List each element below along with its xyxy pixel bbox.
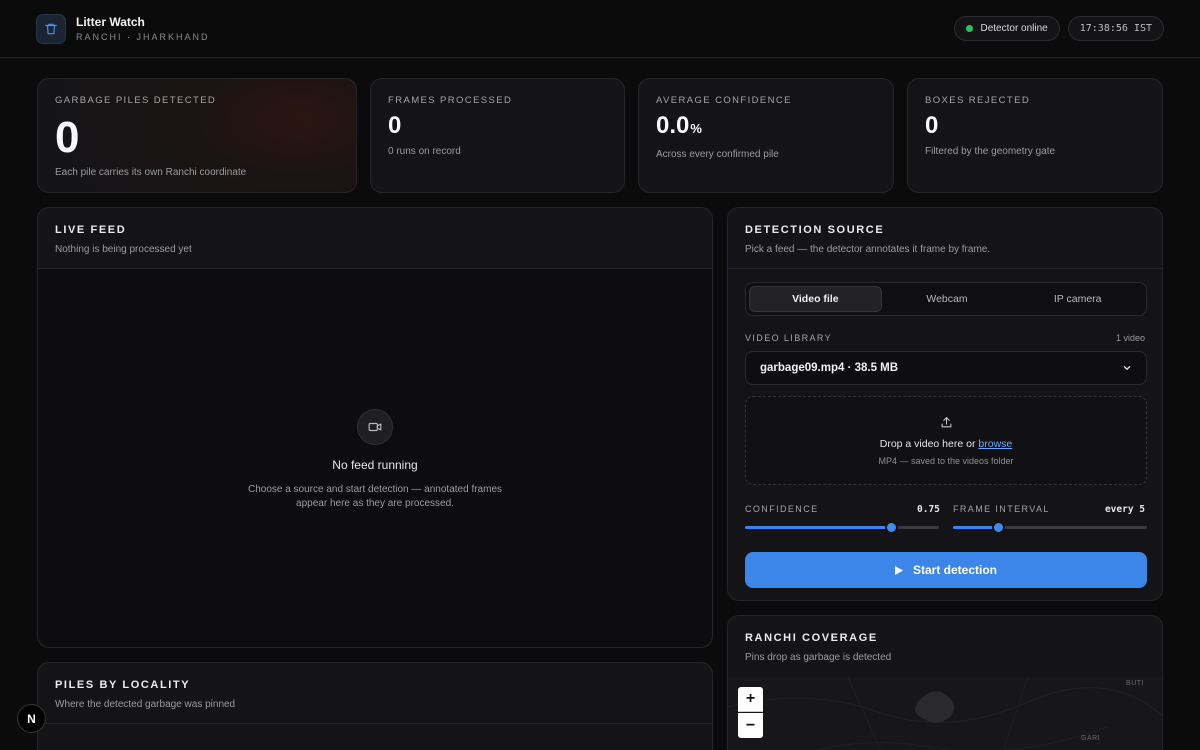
confidence-label: CONFIDENCE [745,504,819,514]
app-subtitle: RANCHI · JHARKHAND [76,32,210,42]
frame-interval-value: every 5 [1104,504,1145,515]
confidence-slider[interactable] [745,521,939,534]
source-tabs: Video file Webcam IP camera [745,282,1147,316]
tab-ip-camera[interactable]: IP camera [1012,286,1143,312]
panel-subtitle: Where the detected garbage was pinned [55,699,236,710]
panel-title: PILES BY LOCALITY [55,679,191,691]
frame-interval-slider-handle[interactable] [992,521,1005,534]
panel-title: LIVE FEED [55,224,127,236]
stat-value: 0 [55,113,80,162]
stat-note: 0 runs on record [388,146,461,157]
dropzone-note: MP4 — saved to the videos folder [878,456,1014,466]
video-library-count: 1 video [1115,333,1145,343]
stat-note: Filtered by the geometry gate [925,146,1056,157]
start-detection-label: Start detection [912,563,997,577]
empty-feed-line: Choose a source and start detection — an… [247,484,503,495]
map-label-gari: GARI [1081,735,1101,742]
stat-card-rejected: BOXES REJECTED 0 Filtered by the geometr… [907,78,1163,193]
zoom-in-button[interactable]: + [738,687,763,712]
stat-label: AVERAGE CONFIDENCE [656,95,792,106]
confidence-value: 0.75 [917,504,940,515]
start-detection-button[interactable]: Start detection [745,552,1147,588]
tab-video-file[interactable]: Video file [749,286,882,312]
divider [728,268,1162,269]
coverage-panel: RANCHI COVERAGE Pins drop as garbage is … [727,615,1163,750]
panel-subtitle: Nothing is being processed yet [55,244,192,255]
stat-value: 0 [388,112,402,139]
browse-link[interactable]: browse [978,438,1012,450]
detector-status-text: Detector online [980,23,1048,34]
coverage-map[interactable]: BUTI GARI + − [728,677,1162,750]
locality-panel: PILES BY LOCALITY Where the detected gar… [37,662,713,750]
panel-title: DETECTION SOURCE [745,224,885,236]
zoom-out-button[interactable]: − [738,713,763,738]
frame-interval-label: FRAME INTERVAL [953,504,1050,514]
empty-feed-title: No feed running [332,458,418,472]
empty-feed-text: Choose a source and start detection — an… [38,483,712,511]
online-dot-icon [966,25,974,32]
confidence-slider-fill [745,526,891,529]
stat-note: Each pile carries its own Ranchi coordin… [55,167,247,178]
video-select-value: garbage09.mp4 · 38.5 MB [760,362,899,374]
video-select[interactable]: garbage09.mp4 · 38.5 MB [745,351,1147,385]
panel-subtitle: Pick a feed — the detector annotates it … [745,244,991,255]
clock: 17:38:56 IST [1067,16,1164,41]
stat-note: Across every confirmed pile [656,149,779,160]
live-feed-panel: LIVE FEED Nothing is being processed yet… [37,207,713,648]
empty-feed-line: appear here as they are processed. [296,498,454,509]
detection-source-panel: DETECTION SOURCE Pick a feed — the detec… [727,207,1163,601]
stat-label: FRAMES PROCESSED [388,95,513,106]
stat-card-confidence: AVERAGE CONFIDENCE 0.0% Across every con… [638,78,894,193]
app-title: Litter Watch [76,15,145,29]
stat-value-wrap: 0.0% [656,114,702,138]
feed-viewport: No feed running Choose a source and star… [38,269,712,647]
app-header: Litter Watch RANCHI · JHARKHAND Detector… [0,0,1200,58]
stat-unit: % [690,121,702,136]
trash-icon [36,13,66,44]
frame-interval-slider[interactable] [953,521,1147,534]
play-icon [894,565,903,575]
video-dropzone[interactable]: Drop a video here or browse MP4 — saved … [745,396,1147,485]
detector-status-badge: Detector online [954,16,1060,41]
video-camera-icon [357,409,393,445]
stat-card-frames: FRAMES PROCESSED 0 0 runs on record [370,78,625,193]
chevron-down-icon [1123,366,1131,370]
stat-label: BOXES REJECTED [925,95,1031,106]
divider [38,723,712,724]
dropzone-prompt: Drop a video here or [879,438,976,450]
stat-value: 0.0 [656,112,690,139]
tab-webcam[interactable]: Webcam [882,286,1013,312]
dropzone-text: Drop a video here or browse [746,438,1146,450]
panel-subtitle: Pins drop as garbage is detected [745,652,892,663]
upload-icon [941,417,952,428]
confidence-slider-handle[interactable] [885,521,898,534]
stat-label: GARBAGE PILES DETECTED [55,95,217,106]
video-library-label: VIDEO LIBRARY [745,333,833,343]
panel-title: RANCHI COVERAGE [745,632,878,644]
stat-card-piles: GARBAGE PILES DETECTED 0 Each pile carri… [37,78,357,193]
map-label-buti: BUTI [1126,680,1144,687]
stat-value: 0 [925,112,939,139]
dev-tools-badge[interactable]: N [17,704,46,733]
